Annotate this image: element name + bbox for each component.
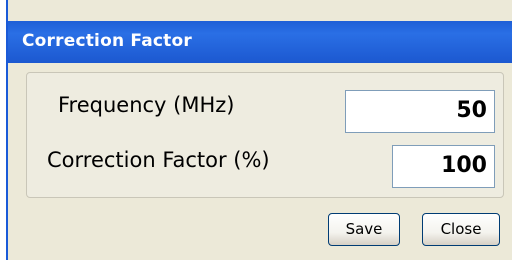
frequency-label: Frequency (MHz) [58, 93, 235, 117]
settings-group: Frequency (MHz) 50 Correction Factor (%)… [26, 72, 504, 198]
window-title: Correction Factor [22, 31, 192, 51]
close-button[interactable]: Close [422, 213, 500, 246]
correction-factor-dialog: Correction Factor Frequency (MHz) 50 Cor… [6, 0, 512, 260]
correction-factor-label: Correction Factor (%) [47, 148, 270, 172]
correction-factor-input[interactable]: 100 [392, 145, 495, 188]
frequency-input[interactable]: 50 [345, 90, 495, 133]
title-bar[interactable]: Correction Factor [8, 21, 512, 63]
save-button[interactable]: Save [328, 213, 400, 246]
